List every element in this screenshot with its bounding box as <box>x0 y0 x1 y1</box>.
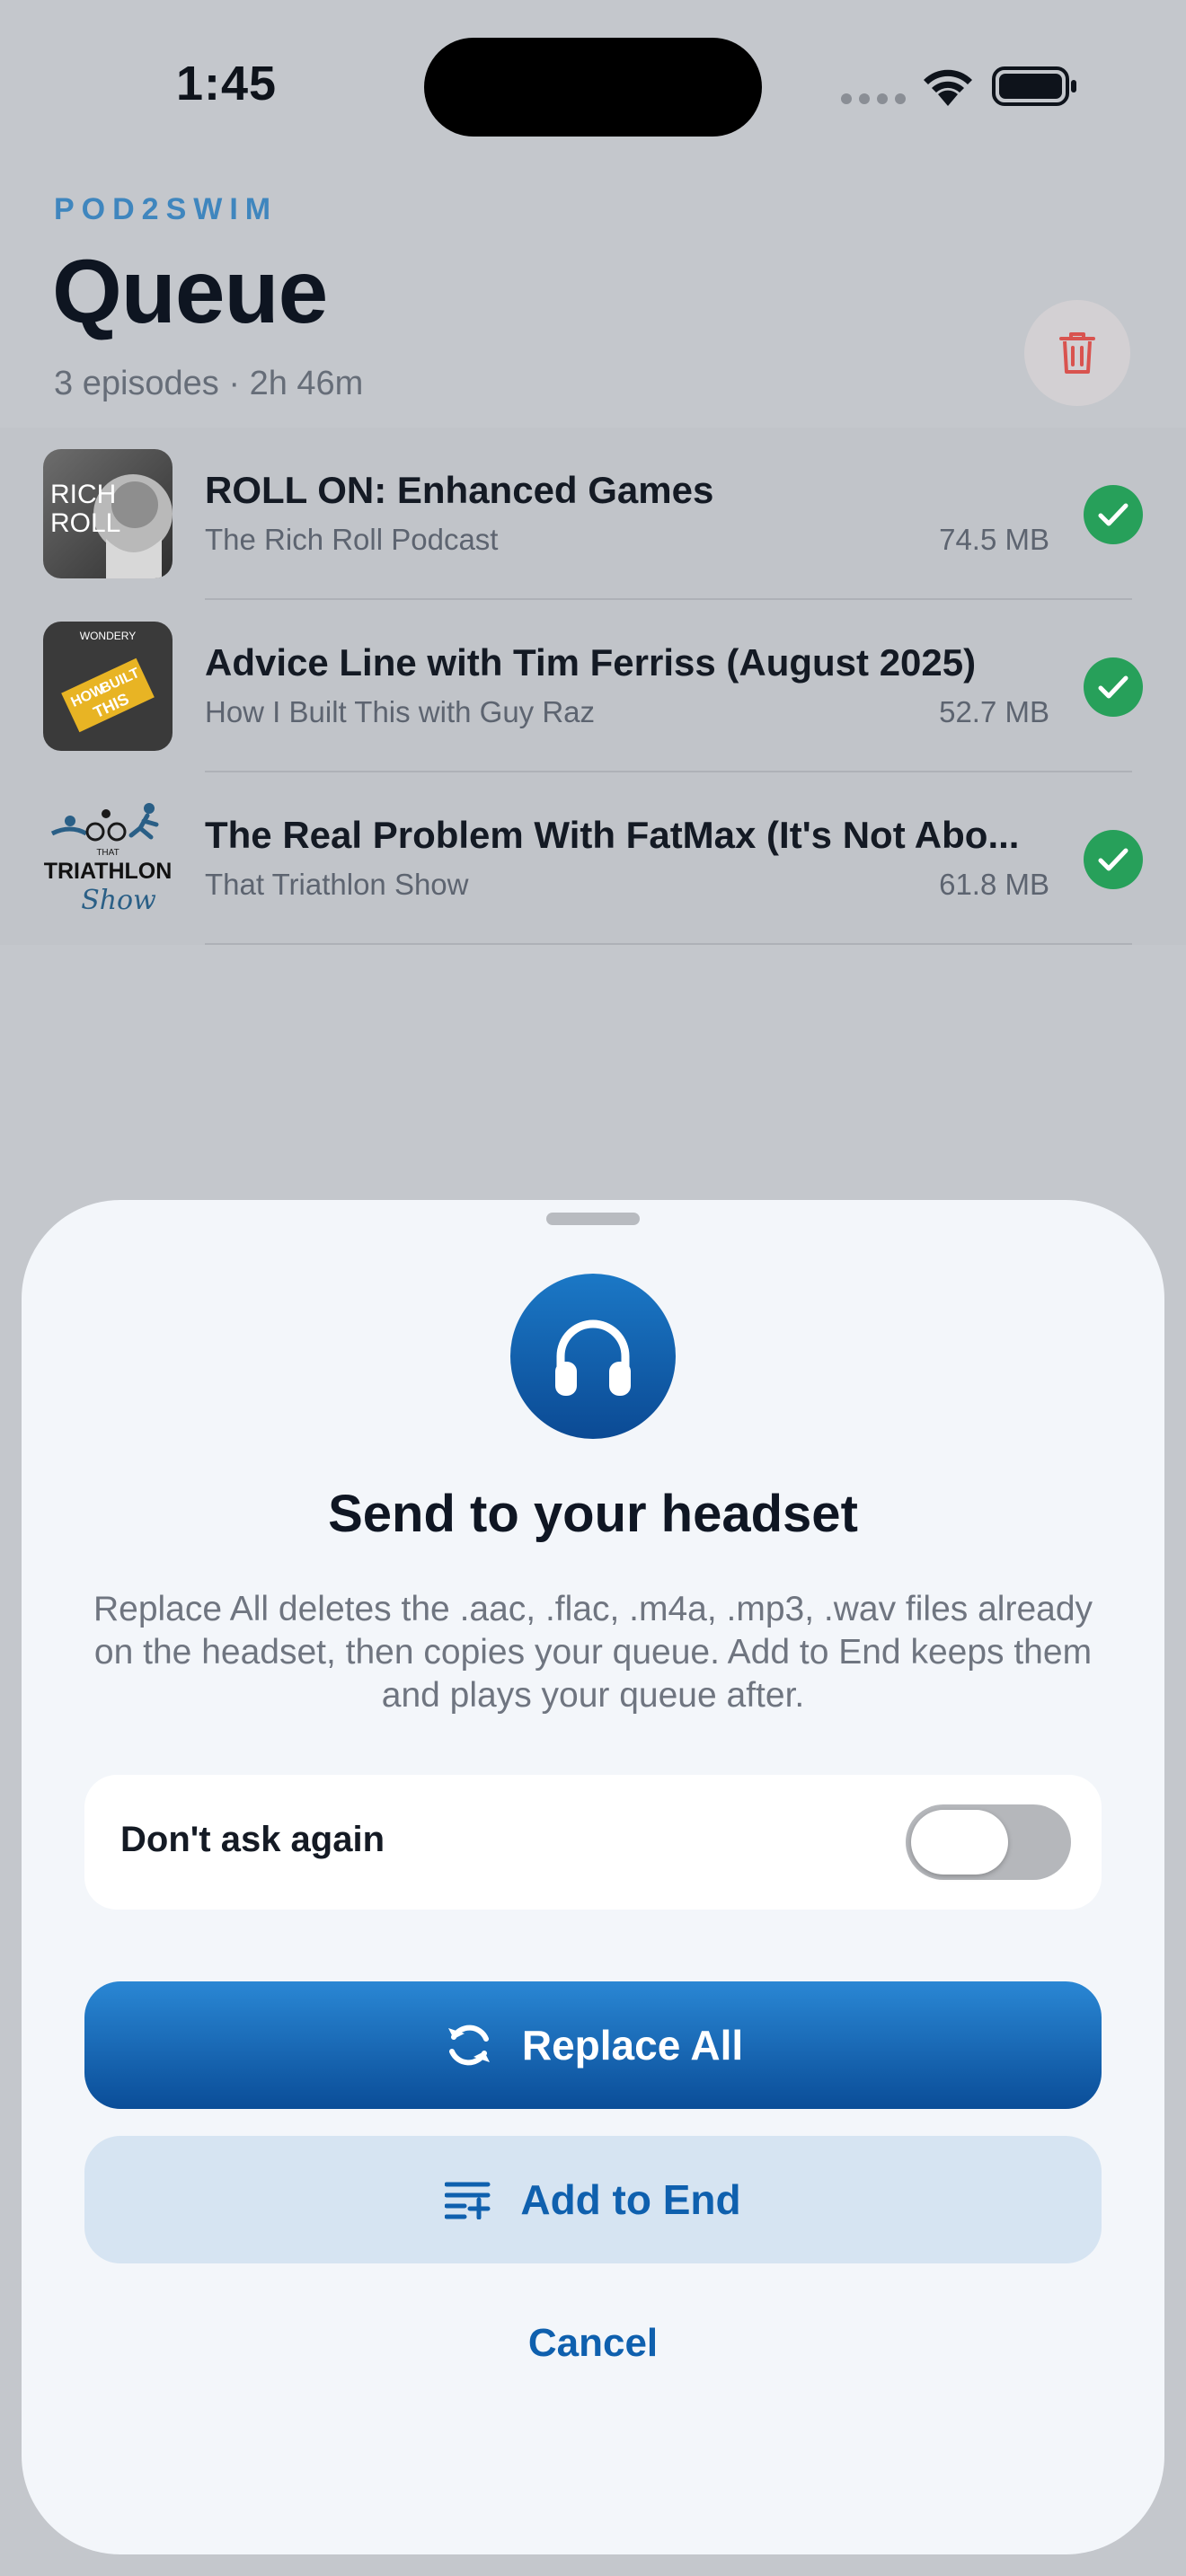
status-bar: 1:45 <box>0 0 1186 171</box>
svg-text:RICH: RICH <box>50 480 116 509</box>
svg-text:TRIATHLON: TRIATHLON <box>44 859 173 884</box>
headset-badge <box>510 1274 676 1439</box>
replace-all-button[interactable]: Replace All <box>84 1981 1102 2109</box>
headphones-icon <box>555 1319 631 1396</box>
queue-summary: 3 episodes · 2h 46m <box>54 365 364 402</box>
status-time: 1:45 <box>176 57 278 110</box>
episode-list: RICH ROLL ROLL ON: Enhanced Games The Ri… <box>0 428 1186 945</box>
cellular-signal-icon <box>841 93 906 104</box>
downloaded-check-icon <box>1084 830 1143 889</box>
episode-artwork: WONDERY HOW BUILT THIS <box>43 622 173 751</box>
sheet-message: Replace All deletes the .aac, .flac, .m4… <box>93 1590 1093 1715</box>
list-add-icon <box>445 2182 491 2219</box>
page-title: Queue <box>52 242 328 342</box>
cancel-button[interactable]: Cancel <box>22 2321 1164 2366</box>
rich-roll-art: RICH ROLL <box>50 474 173 578</box>
dynamic-island <box>424 38 762 137</box>
episode-size: 74.5 MB <box>939 523 1049 556</box>
episode-title: ROLL ON: Enhanced Games <box>205 469 714 511</box>
clear-queue-button[interactable] <box>1024 300 1130 406</box>
sync-arrows-icon <box>447 2025 490 2066</box>
send-to-headset-sheet: Send to your headset Replace All deletes… <box>22 1200 1164 2554</box>
svg-text:Show: Show <box>81 885 156 916</box>
episode-show: That Triathlon Show <box>205 868 469 901</box>
episode-title: Advice Line with Tim Ferriss (August 202… <box>205 641 977 684</box>
svg-text:WONDERY: WONDERY <box>80 630 136 642</box>
dont-ask-again-card: Don't ask again <box>84 1775 1102 1910</box>
episode-row[interactable]: RICH ROLL ROLL ON: Enhanced Games The Ri… <box>0 428 1186 600</box>
brand-label: POD2SWIM <box>54 192 279 226</box>
dont-ask-again-label: Don't ask again <box>120 1820 385 1859</box>
sheet-title: Send to your headset <box>328 1485 858 1543</box>
replace-all-label: Replace All <box>521 2022 744 2069</box>
downloaded-check-icon <box>1084 657 1143 717</box>
episode-artwork: RICH ROLL <box>43 449 173 578</box>
wifi-icon <box>924 69 972 106</box>
sheet-grabber[interactable] <box>546 1213 640 1225</box>
how-i-built-this-art: WONDERY HOW BUILT THIS <box>61 630 155 733</box>
episode-row[interactable]: WONDERY HOW BUILT THIS Advice Line with … <box>0 600 1186 772</box>
episode-show: The Rich Roll Podcast <box>205 523 499 556</box>
episode-show: How I Built This with Guy Raz <box>205 695 596 728</box>
episode-title: The Real Problem With FatMax (It's Not A… <box>205 814 1020 856</box>
episode-size: 61.8 MB <box>939 868 1049 901</box>
svg-text:THAT: THAT <box>96 848 119 858</box>
svg-text:ROLL: ROLL <box>50 508 120 538</box>
triathlon-show-art: THAT TRIATHLON Show <box>44 803 173 916</box>
trash-icon <box>1059 332 1095 374</box>
episode-size: 52.7 MB <box>939 695 1049 728</box>
toggle-knob <box>911 1810 1008 1875</box>
downloaded-check-icon <box>1084 485 1143 544</box>
dont-ask-again-toggle[interactable] <box>906 1804 1071 1880</box>
add-to-end-label: Add to End <box>520 2176 741 2223</box>
episode-row[interactable]: THAT TRIATHLON Show The Real Problem Wit… <box>0 772 1186 945</box>
battery-icon <box>992 66 1076 106</box>
row-divider <box>205 943 1132 945</box>
episode-artwork: THAT TRIATHLON Show <box>43 794 173 923</box>
add-to-end-button[interactable]: Add to End <box>84 2136 1102 2263</box>
